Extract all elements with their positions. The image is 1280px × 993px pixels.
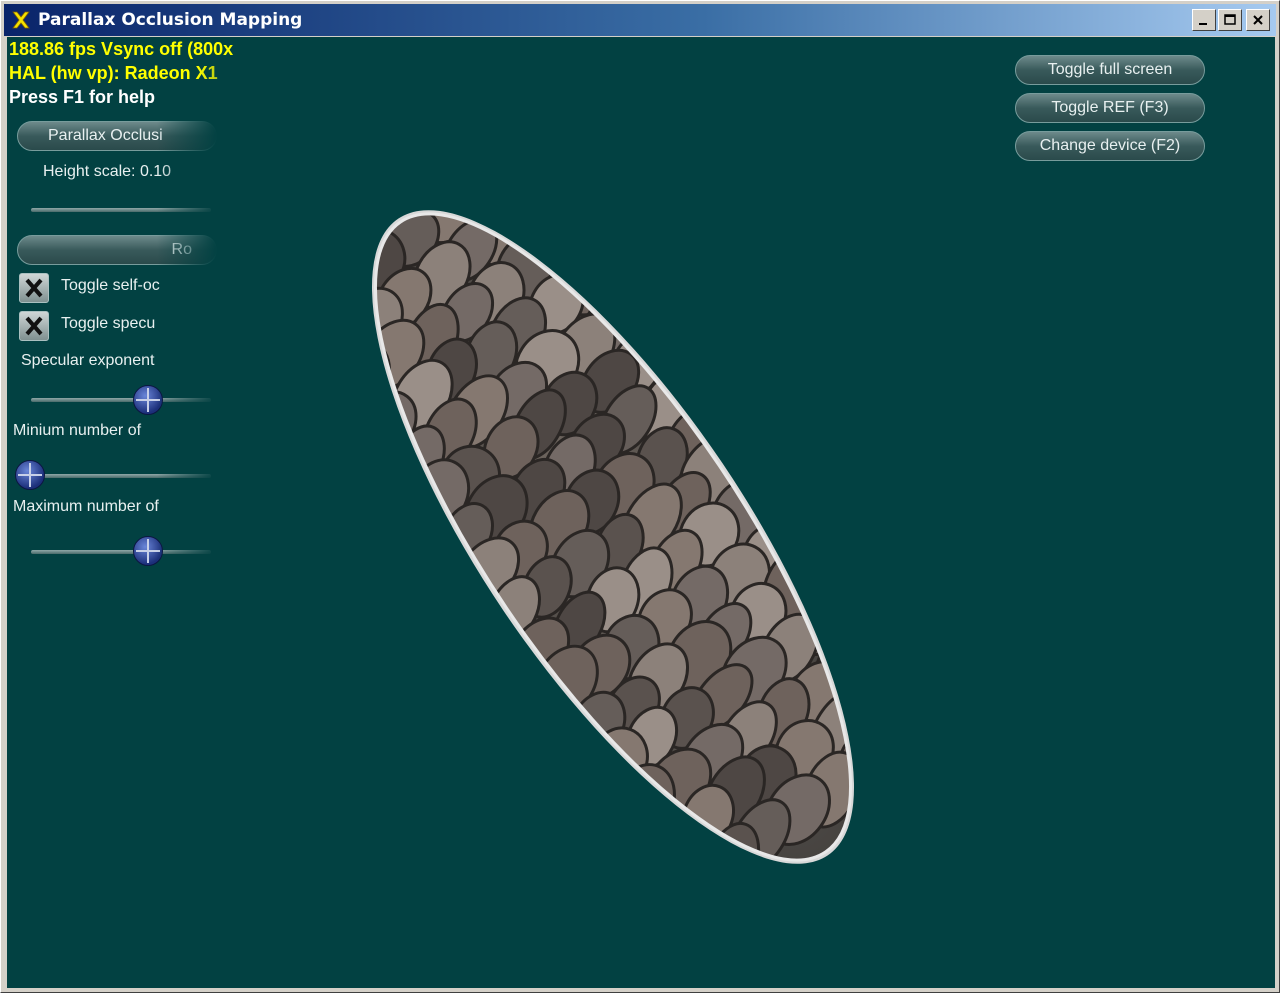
specular-label: Toggle specu xyxy=(61,315,156,332)
rock-cell xyxy=(864,703,927,782)
minimize-icon xyxy=(1199,23,1207,25)
specular-exponent-label: Specular exponent xyxy=(21,352,155,369)
maximize-icon xyxy=(1224,14,1236,25)
window-title: Parallax Occlusion Mapping xyxy=(38,10,303,30)
toggle-ref-button[interactable]: Toggle REF (F3) xyxy=(1015,93,1205,123)
x-check-icon xyxy=(25,316,43,336)
minimize-button[interactable] xyxy=(1192,9,1216,31)
rock-cell xyxy=(484,150,539,205)
specular-checkbox[interactable] xyxy=(19,311,49,341)
change-device-button[interactable]: Change device (F2) xyxy=(1015,131,1205,161)
toggle-fullscreen-button[interactable]: Toggle full screen xyxy=(1015,55,1205,85)
fps-readout: 188.86 fps Vsync off (800x xyxy=(9,39,234,59)
app-window: Parallax Occlusion Mapping 188.86 fps Vs… xyxy=(0,0,1280,993)
rock-cell xyxy=(666,840,731,913)
close-icon xyxy=(1253,15,1263,25)
max-samples-label: Maximum number of xyxy=(13,498,159,515)
rock-cell xyxy=(294,267,342,341)
render-viewport[interactable]: 188.86 fps Vsync off (800x HAL (hw vp): … xyxy=(7,37,1275,988)
self-occlusion-label: Toggle self-oc xyxy=(61,277,160,294)
min-samples-thumb[interactable] xyxy=(15,460,45,490)
rock-cell xyxy=(311,314,370,377)
self-occlusion-checkbox[interactable] xyxy=(19,273,49,303)
device-readout: HAL (hw vp): Radeon X1 xyxy=(9,63,218,83)
title-bar[interactable]: Parallax Occlusion Mapping xyxy=(4,4,1276,36)
help-hint: Press F1 for help xyxy=(9,87,156,107)
height-scale-label: Height scale: 0.10 xyxy=(43,163,172,180)
maximize-button[interactable] xyxy=(1218,9,1242,31)
min-samples-label: Minium number of xyxy=(13,422,142,439)
x-check-icon xyxy=(25,278,43,298)
directx-x-icon xyxy=(10,9,32,31)
window-controls xyxy=(1192,9,1270,31)
close-button[interactable] xyxy=(1246,9,1270,31)
